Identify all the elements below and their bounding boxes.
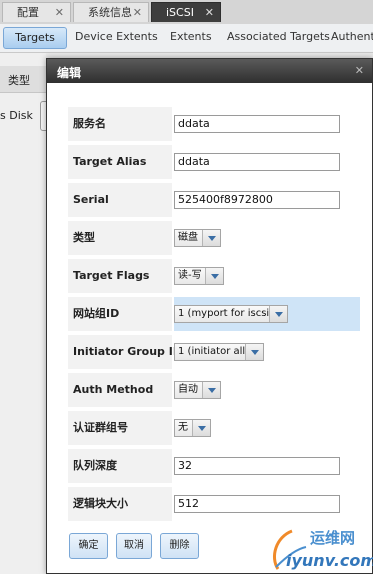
- chevron-down-icon[interactable]: [205, 268, 223, 284]
- subtab-extents[interactable]: Extents: [170, 30, 212, 43]
- column-header-label: 类型: [8, 74, 30, 87]
- form-row-auth-group: 认证群组号 无: [68, 411, 360, 445]
- chevron-down-icon[interactable]: [202, 382, 220, 398]
- select-value: 1 (initiator all): [178, 346, 250, 357]
- field-cell: 1 (myport for iscsi): [174, 297, 360, 331]
- close-icon[interactable]: ✕: [355, 64, 364, 77]
- field-label: Serial: [68, 183, 172, 217]
- field-cell: 32: [174, 449, 360, 483]
- auth-method-select[interactable]: 自动: [174, 381, 221, 399]
- tab-label: iSCSI: [166, 6, 194, 19]
- field-cell: 磁盘: [174, 221, 360, 255]
- subtab-bar: Targets Device Extents Extents Associate…: [0, 24, 373, 53]
- form-row-portal-group: 网站组ID 1 (myport for iscsi): [68, 297, 360, 331]
- edit-dialog: 编辑 ✕ 服务名 ddata Target Alias ddata Serial…: [46, 58, 373, 574]
- serial-input[interactable]: 525400f8972800: [174, 191, 340, 209]
- form-row-type: 类型 磁盘: [68, 221, 360, 255]
- tab-label: 系统信息: [88, 6, 132, 19]
- chevron-down-icon[interactable]: [202, 230, 220, 246]
- field-cell: ddata: [174, 107, 360, 141]
- select-value: 无: [178, 422, 188, 433]
- target-flags-select[interactable]: 读-写: [174, 267, 224, 285]
- field-cell: 自动: [174, 373, 360, 407]
- initiator-group-select[interactable]: 1 (initiator all): [174, 343, 264, 361]
- field-label: 逻辑块大小: [68, 487, 172, 521]
- watermark-logo: 运维网 iyunv.com: [266, 525, 373, 574]
- close-icon[interactable]: ✕: [205, 3, 214, 23]
- field-cell: 525400f8972800: [174, 183, 360, 217]
- select-value: 磁盘: [178, 232, 198, 243]
- field-label: Target Alias: [68, 145, 172, 179]
- field-cell: 无: [174, 411, 360, 445]
- close-icon[interactable]: ✕: [55, 3, 64, 23]
- tab-label: 配置: [17, 6, 39, 19]
- chevron-down-icon[interactable]: [269, 306, 287, 322]
- list-item: s Disk: [0, 109, 33, 122]
- field-label: Auth Method: [68, 373, 172, 407]
- form-row-service-name: 服务名 ddata: [68, 107, 360, 141]
- portal-group-select[interactable]: 1 (myport for iscsi): [174, 305, 288, 323]
- dialog-title: 编辑: [57, 66, 82, 80]
- select-value: 自动: [178, 384, 198, 395]
- auth-group-select[interactable]: 无: [174, 419, 211, 437]
- select-value: 1 (myport for iscsi): [178, 308, 274, 319]
- background-panel: [0, 53, 46, 574]
- ok-button[interactable]: 确定: [69, 533, 108, 559]
- column-header-type: 类型: [0, 66, 46, 93]
- queue-depth-input[interactable]: 32: [174, 457, 340, 475]
- field-cell: 1 (initiator all): [174, 335, 360, 369]
- tab-bar: 配置 ✕ 系统信息 ✕ iSCSI ✕: [0, 0, 373, 25]
- service-name-input[interactable]: ddata: [174, 115, 340, 133]
- subtab-associated-targets[interactable]: Associated Targets: [227, 30, 330, 43]
- watermark-text: 运维网: [310, 529, 356, 547]
- watermark-url: iyunv.com: [286, 551, 373, 570]
- dialog-title-bar[interactable]: 编辑 ✕: [47, 59, 372, 83]
- block-size-input[interactable]: 512: [174, 495, 340, 513]
- tab-system-info[interactable]: 系统信息 ✕: [73, 2, 149, 22]
- tab-config[interactable]: 配置 ✕: [2, 2, 71, 22]
- type-select[interactable]: 磁盘: [174, 229, 221, 247]
- field-label: Target Flags: [68, 259, 172, 293]
- form-row-auth-method: Auth Method 自动: [68, 373, 360, 407]
- field-cell: 读-写: [174, 259, 360, 293]
- dialog-body: 服务名 ddata Target Alias ddata Serial 5254…: [47, 83, 372, 573]
- delete-button[interactable]: 删除: [160, 533, 199, 559]
- subtab-targets[interactable]: Targets: [3, 27, 67, 49]
- field-label: 认证群组号: [68, 411, 172, 445]
- subtab-authentic[interactable]: Authentic: [331, 30, 373, 43]
- form-row-queue-depth: 队列深度 32: [68, 449, 360, 483]
- target-alias-input[interactable]: ddata: [174, 153, 340, 171]
- form-row-serial: Serial 525400f8972800: [68, 183, 360, 217]
- form-row-initiator-group: Initiator Group ID 1 (initiator all): [68, 335, 360, 369]
- field-cell: 512: [174, 487, 360, 521]
- field-label: 队列深度: [68, 449, 172, 483]
- field-label: 类型: [68, 221, 172, 255]
- form-row-block-size: 逻辑块大小 512: [68, 487, 360, 521]
- close-icon[interactable]: ✕: [133, 3, 142, 23]
- select-value: 读-写: [178, 270, 202, 281]
- field-label: Initiator Group ID: [68, 335, 182, 369]
- form-row-target-flags: Target Flags 读-写: [68, 259, 360, 293]
- field-cell: ddata: [174, 145, 360, 179]
- subtab-device-extents[interactable]: Device Extents: [75, 30, 158, 43]
- tab-iscsi[interactable]: iSCSI ✕: [151, 2, 221, 22]
- chevron-down-icon[interactable]: [192, 420, 210, 436]
- chevron-down-icon[interactable]: [245, 344, 263, 360]
- form-row-target-alias: Target Alias ddata: [68, 145, 360, 179]
- cancel-button[interactable]: 取消: [116, 533, 152, 559]
- field-label: 网站组ID: [68, 297, 172, 331]
- field-label: 服务名: [68, 107, 172, 141]
